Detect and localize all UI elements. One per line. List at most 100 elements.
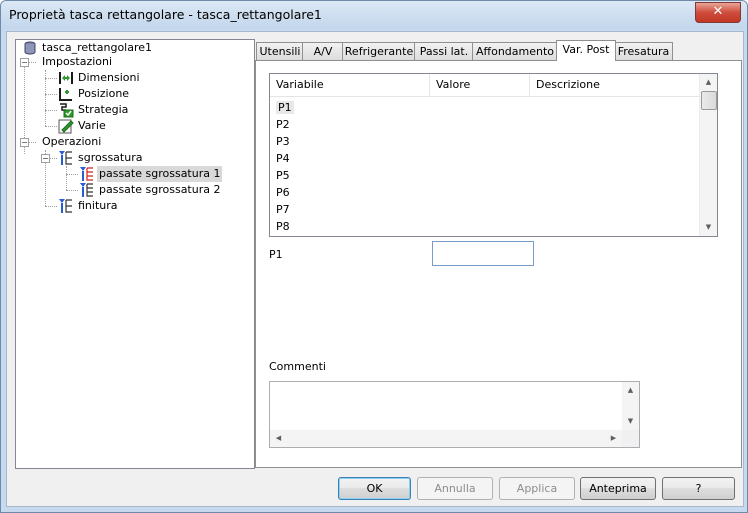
row-variable: P6 bbox=[276, 186, 290, 199]
operations-tree[interactable]: tasca_rettangolare1 − Impostazioni Dimen… bbox=[15, 39, 255, 469]
tree-item-label: finitura bbox=[78, 199, 118, 212]
tree-item-impostazioni[interactable]: Impostazioni bbox=[40, 54, 114, 70]
tree-item-dimensioni[interactable]: Dimensioni bbox=[58, 70, 142, 86]
tab-fresatura[interactable]: Fresatura bbox=[614, 42, 673, 60]
list-row[interactable]: P5 bbox=[276, 167, 290, 184]
list-row[interactable]: P1 bbox=[276, 99, 294, 116]
list-scrollbar[interactable]: ▲ ▼ bbox=[699, 74, 717, 236]
tab-affondamento[interactable]: Affondamento bbox=[472, 42, 558, 60]
tree-item-operazioni[interactable]: Operazioni bbox=[40, 134, 103, 150]
tab-var-post[interactable]: Var. Post bbox=[556, 40, 616, 61]
tree-line bbox=[45, 126, 57, 127]
var-post-panel: Variabile Valore Descrizione P1 P2 P3 P4… bbox=[255, 60, 742, 468]
value-input[interactable] bbox=[432, 241, 534, 266]
close-icon: ✕ bbox=[712, 4, 724, 19]
comments-vscrollbar[interactable]: ▲ ▼ bbox=[622, 382, 639, 430]
row-variable: P1 bbox=[276, 101, 294, 114]
column-header-variabile[interactable]: Variabile bbox=[270, 74, 430, 96]
minus-icon: − bbox=[21, 58, 28, 67]
scroll-right-icon[interactable]: ▶ bbox=[605, 430, 622, 447]
tree-item-label: Varie bbox=[78, 119, 106, 132]
applica-button[interactable]: Applica bbox=[499, 477, 575, 500]
column-header-valore[interactable]: Valore bbox=[430, 74, 530, 96]
scroll-left-icon[interactable]: ◀ bbox=[270, 430, 287, 447]
close-button[interactable]: ✕ bbox=[695, 2, 741, 23]
tree-item-label: Impostazioni bbox=[42, 55, 113, 68]
collapse-toggle[interactable]: − bbox=[41, 154, 50, 163]
list-row[interactable]: P7 bbox=[276, 201, 290, 218]
strategy-icon bbox=[60, 103, 74, 118]
tree-line bbox=[28, 62, 36, 63]
row-variable: P2 bbox=[276, 118, 290, 131]
row-variable: P8 bbox=[276, 220, 290, 233]
tab-av[interactable]: A/V bbox=[302, 42, 344, 60]
tree-item-passate-2[interactable]: passate sgrossatura 2 bbox=[79, 182, 222, 198]
tab-passi-lat[interactable]: Passi lat. bbox=[414, 42, 474, 60]
scroll-thumb[interactable] bbox=[701, 91, 717, 110]
tree-item-posizione[interactable]: Posizione bbox=[58, 86, 131, 102]
comments-hscrollbar[interactable]: ◀ ▶ bbox=[270, 430, 622, 447]
tree-item-label: Strategia bbox=[78, 103, 129, 116]
scroll-down-icon[interactable]: ▼ bbox=[700, 219, 717, 236]
tree-item-label: passate sgrossatura 2 bbox=[99, 183, 221, 196]
tree-item-passate-1[interactable]: passate sgrossatura 1 bbox=[79, 166, 223, 182]
ok-button[interactable]: OK bbox=[338, 477, 411, 500]
list-row[interactable]: P4 bbox=[276, 150, 290, 167]
scroll-corner bbox=[622, 430, 639, 447]
tree-line bbox=[45, 110, 57, 111]
collapse-toggle[interactable]: − bbox=[20, 58, 29, 67]
tree-item-label: Operazioni bbox=[42, 135, 102, 148]
list-header: Variabile Valore Descrizione bbox=[270, 74, 700, 97]
comments-label: Commenti bbox=[269, 360, 326, 373]
minus-icon: − bbox=[21, 138, 28, 147]
tree-item-strategia[interactable]: Strategia bbox=[58, 102, 130, 118]
tool-operation-icon bbox=[59, 199, 72, 213]
tree-line bbox=[66, 174, 78, 175]
tool-operation-icon bbox=[59, 151, 72, 165]
tree-item-varie[interactable]: Varie bbox=[58, 118, 108, 134]
scroll-up-icon[interactable]: ▲ bbox=[700, 74, 717, 91]
comments-textarea[interactable]: ▲ ▼ ◀ ▶ bbox=[269, 381, 640, 448]
row-variable: P3 bbox=[276, 135, 290, 148]
tab-utensili[interactable]: Utensili bbox=[256, 42, 304, 60]
tree-item-label: Dimensioni bbox=[78, 71, 140, 84]
pass-icon-red bbox=[80, 167, 93, 181]
window-title: Proprietà tasca rettangolare - tasca_ret… bbox=[9, 7, 322, 22]
scroll-down-icon[interactable]: ▼ bbox=[622, 413, 639, 430]
tree-line bbox=[45, 206, 57, 207]
title-bar[interactable]: Proprietà tasca rettangolare - tasca_ret… bbox=[1, 1, 747, 29]
tree-line bbox=[66, 166, 67, 190]
scroll-up-icon[interactable]: ▲ bbox=[622, 382, 639, 399]
pass-icon bbox=[80, 183, 93, 197]
help-button[interactable]: ? bbox=[662, 477, 735, 500]
tree-line bbox=[45, 78, 57, 79]
edit-note-icon bbox=[58, 119, 74, 134]
collapse-toggle[interactable]: − bbox=[20, 138, 29, 147]
tree-line bbox=[45, 94, 57, 95]
dialog-window: Proprietà tasca rettangolare - tasca_ret… bbox=[0, 0, 748, 513]
database-icon bbox=[24, 41, 36, 55]
list-row[interactable]: P3 bbox=[276, 133, 290, 150]
tree-item-finitura[interactable]: finitura bbox=[58, 198, 120, 214]
position-axes-icon bbox=[59, 88, 72, 101]
tree-item-label: Posizione bbox=[78, 87, 130, 100]
row-variable: P7 bbox=[276, 203, 290, 216]
tab-refrigerante[interactable]: Refrigerante bbox=[342, 42, 416, 60]
row-variable: P5 bbox=[276, 169, 290, 182]
value-field-label: P1 bbox=[269, 248, 283, 261]
tree-item-label: passate sgrossatura 1 bbox=[97, 166, 223, 182]
list-row[interactable]: P6 bbox=[276, 184, 290, 201]
anteprima-button[interactable]: Anteprima bbox=[580, 477, 656, 500]
annulla-button[interactable]: Annulla bbox=[417, 477, 493, 500]
column-header-descrizione[interactable]: Descrizione bbox=[530, 74, 700, 96]
tree-item-sgrossatura[interactable]: sgrossatura bbox=[58, 150, 144, 166]
tree-line bbox=[28, 142, 36, 143]
list-row[interactable]: P8 bbox=[276, 218, 290, 235]
variables-list[interactable]: Variabile Valore Descrizione P1 P2 P3 P4… bbox=[269, 73, 718, 237]
row-variable: P4 bbox=[276, 152, 290, 165]
list-row[interactable]: P2 bbox=[276, 116, 290, 133]
minus-icon: − bbox=[42, 154, 49, 163]
tree-line bbox=[66, 190, 78, 191]
dimension-arrows-icon bbox=[59, 72, 73, 84]
tree-line bbox=[49, 158, 57, 159]
